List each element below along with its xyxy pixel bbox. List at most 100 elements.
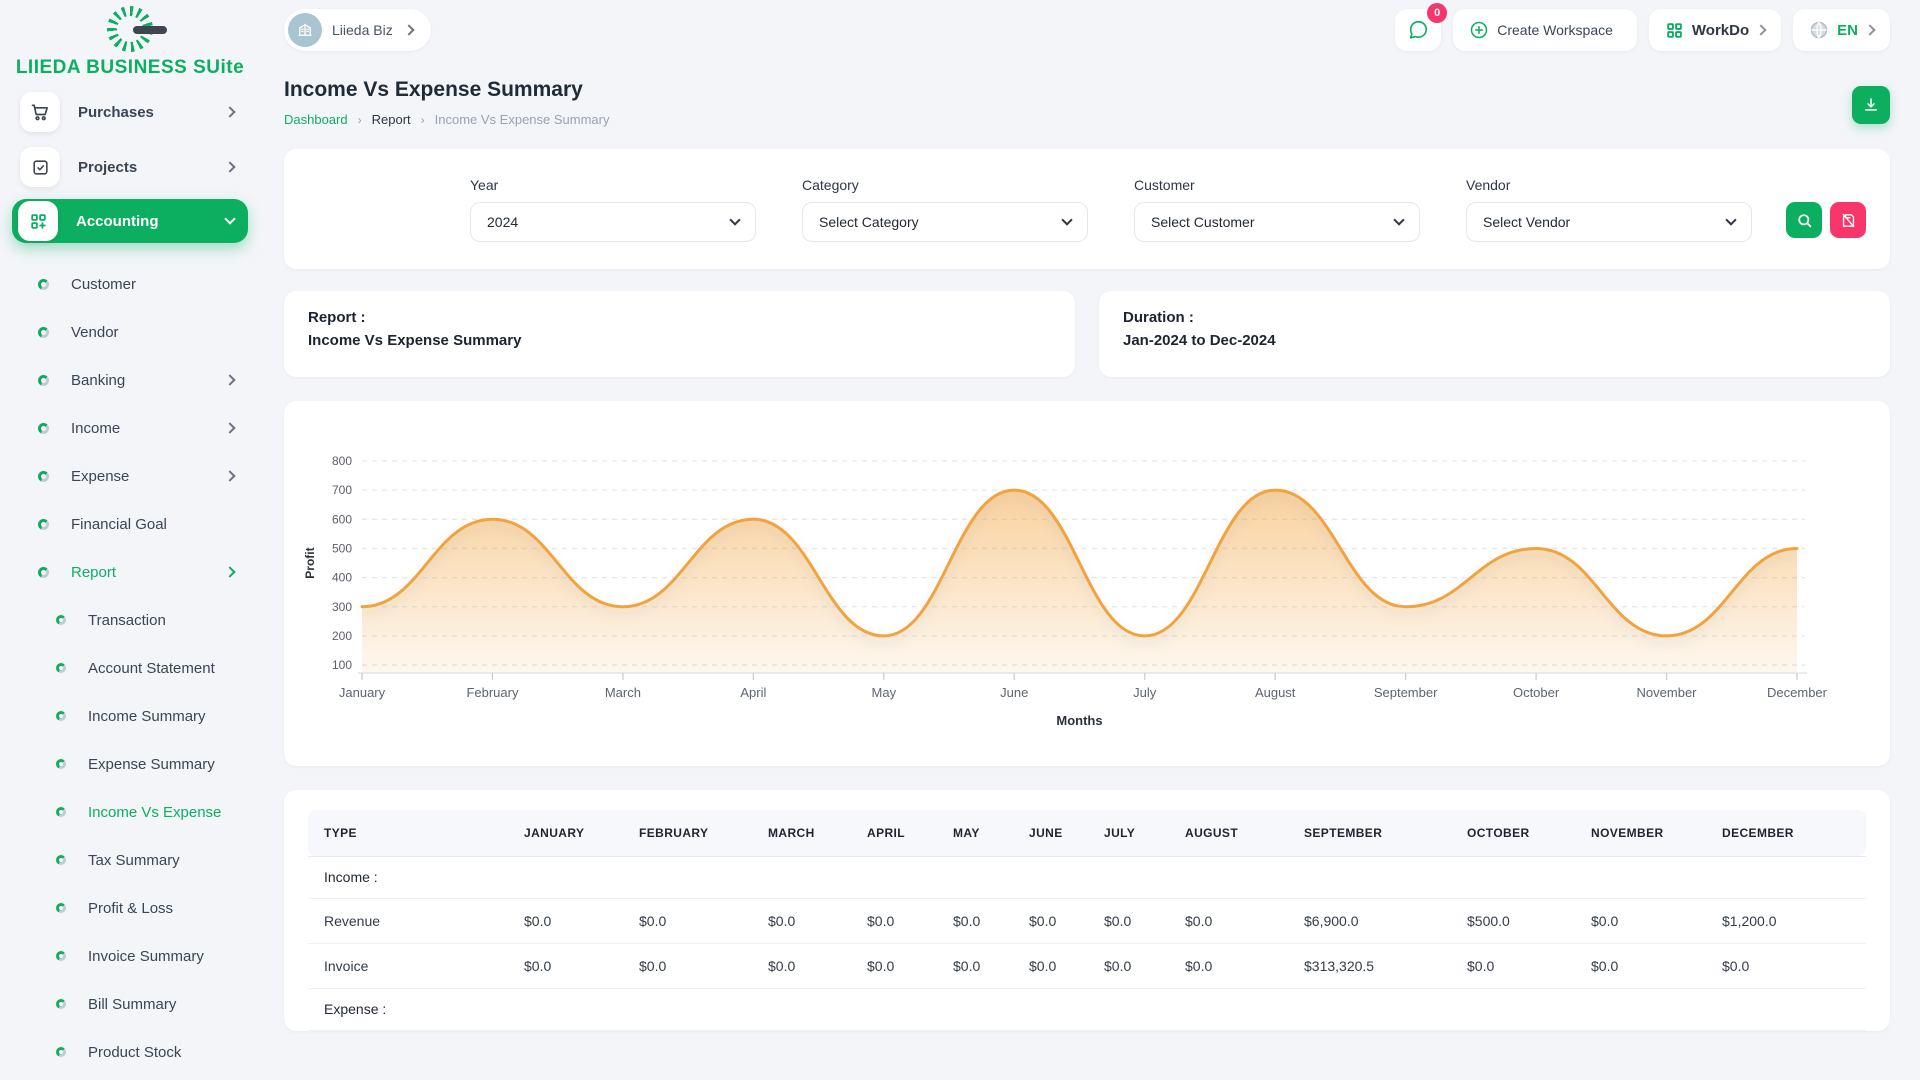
create-workspace-button[interactable]: Create Workspace <box>1453 9 1637 51</box>
cart-icon <box>20 92 60 132</box>
svg-text:400: 400 <box>332 571 352 585</box>
sidebar-item-expense-summary[interactable]: Expense Summary <box>12 740 248 788</box>
row-type: Revenue <box>308 898 508 943</box>
expense-section-row: Expense : <box>308 988 1866 1030</box>
sidebar-item-projects[interactable]: Projects <box>12 144 248 190</box>
row-type: Invoice <box>308 943 508 988</box>
cell: $0.0 <box>623 898 752 943</box>
profit-chart-card: 100200300400500600700800JanuaryFebruaryM… <box>284 401 1890 766</box>
sidebar-item-customer[interactable]: Customer <box>12 260 248 308</box>
sidebar-item-product-stock[interactable]: Product Stock <box>12 1028 248 1076</box>
cell: $0.0 <box>1169 898 1288 943</box>
language-selector[interactable]: EN <box>1793 9 1890 51</box>
sidebar-item-income-summary[interactable]: Income Summary <box>12 692 248 740</box>
chevron-down-icon <box>1061 214 1072 225</box>
bullet-donut-icon <box>56 903 66 913</box>
workdo-menu-button[interactable]: WorkDo <box>1649 9 1781 51</box>
customer-select[interactable]: Select Customer <box>1134 202 1420 242</box>
search-button[interactable] <box>1786 202 1822 238</box>
sidebar-item-label: Accounting <box>76 213 226 230</box>
sidebar-item-vendor[interactable]: Vendor <box>12 308 248 356</box>
customer-select-value: Select Customer <box>1151 214 1254 230</box>
cell: $0.0 <box>851 943 937 988</box>
cell: $0.0 <box>1013 898 1088 943</box>
bullet-donut-icon <box>56 807 66 817</box>
bullet-donut-icon <box>56 759 66 769</box>
sidebar-item-label: Expense <box>71 468 226 485</box>
sidebar-item-profit-loss[interactable]: Profit & Loss <box>12 884 248 932</box>
svg-text:500: 500 <box>332 541 352 555</box>
svg-text:October: October <box>1513 685 1560 700</box>
col-february: FEBRUARY <box>623 810 752 856</box>
topbar: Liieda Biz 0 Create Workspace WorkDo EN <box>284 0 1890 60</box>
workdo-label: WorkDo <box>1692 22 1749 39</box>
messages-badge: 0 <box>1427 3 1447 23</box>
table-row-invoice: Invoice $0.0 $0.0 $0.0 $0.0 $0.0 $0.0 $0… <box>308 943 1866 988</box>
category-select-value: Select Category <box>819 214 919 230</box>
bullet-donut-icon <box>38 423 49 434</box>
svg-text:200: 200 <box>332 629 352 643</box>
col-march: MARCH <box>752 810 851 856</box>
col-january: JANUARY <box>508 810 623 856</box>
sidebar-item-report[interactable]: Report <box>12 548 248 596</box>
sidebar-item-income[interactable]: Income <box>12 404 248 452</box>
sidebar-item-account-statement[interactable]: Account Statement <box>12 644 248 692</box>
chevron-right-icon <box>224 470 235 481</box>
col-july: JULY <box>1088 810 1169 856</box>
svg-text:800: 800 <box>332 454 352 468</box>
sidebar-item-financial-goal[interactable]: Financial Goal <box>12 500 248 548</box>
svg-text:July: July <box>1133 685 1157 700</box>
svg-text:600: 600 <box>332 512 352 526</box>
income-section-row: Income : <box>308 856 1866 898</box>
chevron-right-icon <box>224 566 235 577</box>
sidebar-item-tax-summary[interactable]: Tax Summary <box>12 836 248 884</box>
sidebar: LIIEDA BUSINESS SUite Purchases Projects… <box>0 0 260 1080</box>
cell: $0.0 <box>1451 943 1575 988</box>
bullet-donut-icon <box>38 375 49 386</box>
report-label: Report : <box>308 309 1051 326</box>
sidebar-item-accounting[interactable]: Accounting <box>12 199 248 243</box>
sidebar-item-invoice-summary[interactable]: Invoice Summary <box>12 932 248 980</box>
sidebar-item-purchases[interactable]: Purchases <box>12 89 248 135</box>
brand-name: LIIEDA BUSINESS SUite <box>0 57 260 79</box>
sidebar-item-income-vs-expense[interactable]: Income Vs Expense <box>12 788 248 836</box>
reset-filter-button[interactable] <box>1830 202 1866 238</box>
breadcrumb-report[interactable]: Report <box>372 112 411 127</box>
cell: $1,200.0 <box>1706 898 1866 943</box>
sidebar-item-transaction[interactable]: Transaction <box>12 596 248 644</box>
col-may: MAY <box>937 810 1013 856</box>
svg-text:April: April <box>740 685 766 700</box>
sidebar-item-label: Tax Summary <box>88 852 248 869</box>
chevron-right-icon <box>224 374 235 385</box>
sidebar-item-label: Account Statement <box>88 660 248 677</box>
customer-filter-label: Customer <box>1134 177 1420 193</box>
workspace-selector[interactable]: Liieda Biz <box>284 9 431 51</box>
workspace-avatar <box>288 13 322 47</box>
messages-button[interactable]: 0 <box>1395 9 1441 51</box>
download-button[interactable] <box>1852 86 1890 124</box>
vendor-select[interactable]: Select Vendor <box>1466 202 1752 242</box>
brand-logo[interactable]: LIIEDA BUSINESS SUite <box>0 0 260 79</box>
brand-spinner-icon <box>107 6 153 52</box>
vendor-select-value: Select Vendor <box>1483 214 1570 230</box>
cell: $0.0 <box>1706 943 1866 988</box>
chevron-down-icon <box>1864 24 1875 35</box>
chevron-down-icon <box>403 24 414 35</box>
bullet-donut-icon <box>38 279 49 290</box>
sidebar-item-cash-flow[interactable]: Cash Flow <box>12 1076 248 1080</box>
sidebar-item-bill-summary[interactable]: Bill Summary <box>12 980 248 1028</box>
income-section-label: Income : <box>308 856 1866 898</box>
breadcrumb-dashboard[interactable]: Dashboard <box>284 112 348 127</box>
year-select[interactable]: 2024 <box>470 202 756 242</box>
sidebar-item-label: Customer <box>71 276 248 293</box>
language-label: EN <box>1837 22 1858 39</box>
sidebar-item-label: Banking <box>71 372 226 389</box>
workdo-grid-icon <box>1665 21 1684 40</box>
income-expense-table-card: TYPE JANUARY FEBRUARY MARCH APRIL MAY JU… <box>284 790 1890 1031</box>
cell: $0.0 <box>1169 943 1288 988</box>
cell: $0.0 <box>1575 943 1706 988</box>
sidebar-item-banking[interactable]: Banking <box>12 356 248 404</box>
category-select[interactable]: Select Category <box>802 202 1088 242</box>
sidebar-item-expense[interactable]: Expense <box>12 452 248 500</box>
main-content: Liieda Biz 0 Create Workspace WorkDo EN <box>260 0 1920 1080</box>
